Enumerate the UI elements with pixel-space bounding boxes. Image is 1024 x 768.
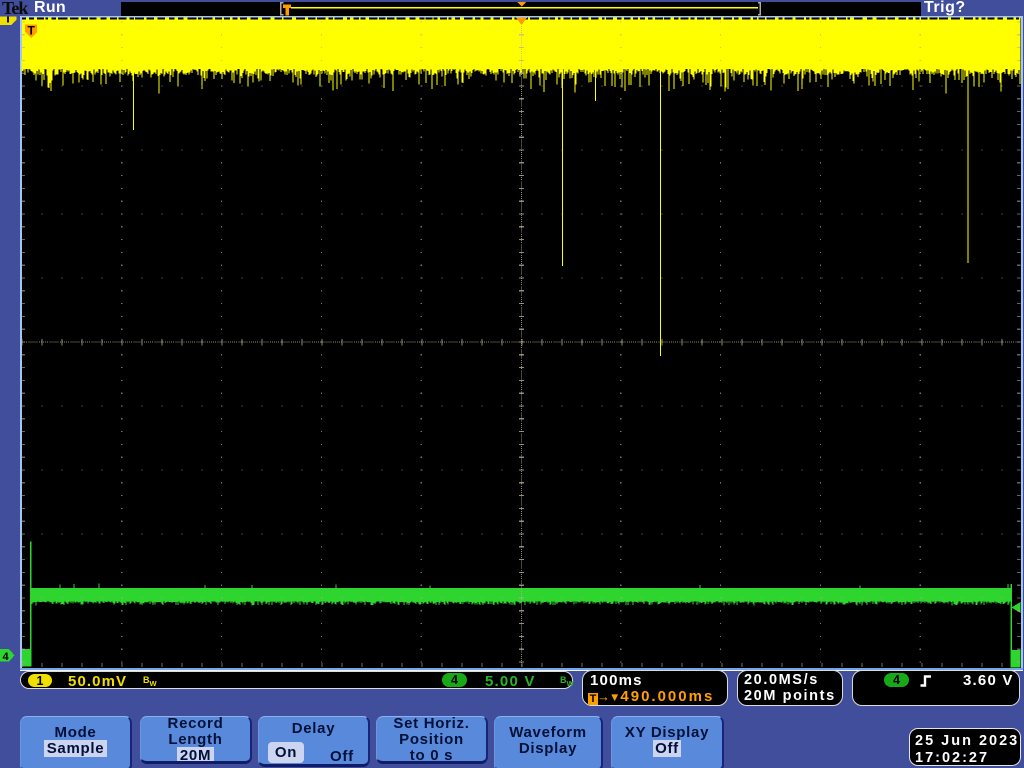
svg-text:4: 4 [2, 651, 9, 663]
svg-text:T: T [28, 24, 36, 38]
